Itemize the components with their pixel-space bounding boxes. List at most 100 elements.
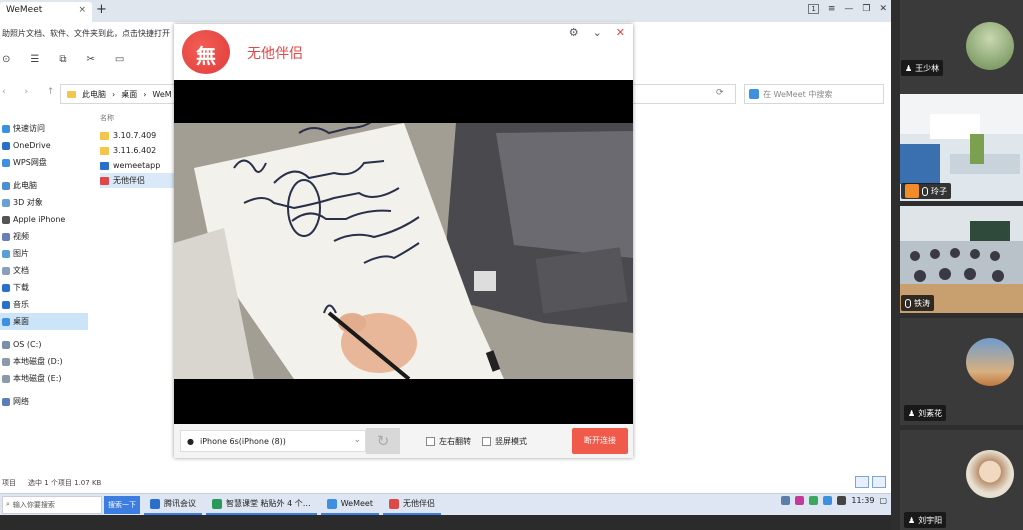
file-row[interactable]: 3.11.6.402 bbox=[100, 143, 175, 158]
close-icon[interactable]: ✕ bbox=[616, 26, 625, 39]
nav-item-label: WPS网盘 bbox=[13, 158, 47, 167]
tab-wemeet[interactable]: WeMeet × bbox=[0, 2, 92, 22]
nav-item[interactable]: 图片 bbox=[0, 245, 88, 262]
volume-icon[interactable] bbox=[837, 496, 847, 505]
file-row[interactable]: wemeetapp bbox=[100, 158, 175, 173]
cut-icon[interactable]: ✂ bbox=[87, 54, 95, 65]
nav-item-icon bbox=[2, 266, 10, 275]
breadcrumb-wemeet[interactable]: WeM bbox=[152, 90, 171, 99]
search-icon: ⌕ bbox=[6, 500, 10, 508]
mirror-checkbox[interactable]: 左右翻转 bbox=[426, 436, 471, 447]
nav-item[interactable]: 本地磁盘 (D:) bbox=[0, 353, 88, 370]
participant-label: ♟ 王少林 bbox=[901, 60, 944, 76]
column-header-name[interactable]: 名称 bbox=[100, 110, 175, 128]
nav-item-label: 网络 bbox=[13, 397, 29, 406]
nav-item[interactable]: OneDrive bbox=[0, 137, 88, 154]
nav-item-icon bbox=[2, 249, 10, 258]
nav-item[interactable]: 本地磁盘 (E:) bbox=[0, 370, 88, 387]
nav-item[interactable]: 此电脑 bbox=[0, 177, 88, 194]
bottom-strip bbox=[0, 515, 891, 530]
taskbar-app[interactable]: WeMeet bbox=[320, 495, 379, 515]
nav-item-label: 图片 bbox=[13, 249, 29, 258]
portrait-mode-checkbox[interactable]: 竖屏模式 bbox=[482, 436, 527, 447]
tray-icon[interactable] bbox=[795, 496, 805, 505]
bluetooth-icon[interactable] bbox=[823, 496, 833, 505]
file-row[interactable]: 无他伴侣 bbox=[100, 173, 175, 188]
file-name: wemeetapp bbox=[113, 161, 161, 170]
menu-icon[interactable]: ≡ bbox=[828, 4, 836, 14]
nav-item[interactable]: 音乐 bbox=[0, 296, 88, 313]
nav-item[interactable]: 3D 对象 bbox=[0, 194, 88, 211]
icon-view-button[interactable] bbox=[872, 476, 886, 488]
nav-item-icon bbox=[2, 300, 10, 309]
minimize-icon[interactable]: — bbox=[844, 4, 853, 14]
participant-name: 王少林 bbox=[915, 63, 940, 73]
taskbar-app[interactable]: 智慧课堂 粘贴外 4 个… bbox=[206, 495, 317, 515]
nav-item-label: 视频 bbox=[13, 232, 29, 241]
nav-item[interactable]: 快速访问 bbox=[0, 120, 88, 137]
taskbar-search[interactable]: ⌕ 输入你要搜索 bbox=[2, 495, 102, 514]
file-row[interactable]: 3.10.7.409 bbox=[100, 128, 175, 143]
participant-tile[interactable]: 铁涛 bbox=[900, 206, 1023, 313]
notification-icon[interactable]: ▢ bbox=[879, 496, 887, 505]
settings-icon[interactable]: ⚙ bbox=[569, 26, 579, 39]
nav-item[interactable]: WPS网盘 bbox=[0, 154, 88, 171]
search-box[interactable]: 在 WeMeet 中搜索 bbox=[744, 84, 884, 104]
user-icon: ♟ bbox=[908, 408, 916, 418]
nav-item[interactable]: 桌面 bbox=[0, 313, 88, 330]
taskbar-app[interactable]: 无他伴侣 bbox=[382, 495, 441, 515]
video-frame bbox=[174, 123, 633, 379]
paste-icon[interactable]: ▭ bbox=[115, 54, 124, 65]
checkbox-box[interactable] bbox=[426, 437, 435, 446]
new-tab-button[interactable]: + bbox=[96, 2, 107, 17]
close-window-icon[interactable]: ✕ bbox=[879, 4, 887, 14]
participant-tile[interactable]: ♟ 王少林 bbox=[900, 0, 1023, 82]
maximize-icon[interactable]: ❐ bbox=[862, 4, 870, 14]
companion-footer: ● iPhone 6s(iPhone (8)) ⌄ ↻ 左右翻转 竖屏模式 断开… bbox=[174, 424, 633, 458]
participant-label: ♟ 刘宇阳 bbox=[904, 512, 947, 528]
breadcrumb-desktop[interactable]: 桌面 bbox=[121, 89, 137, 100]
breadcrumb-separator: › bbox=[112, 89, 116, 99]
breadcrumb-this-pc[interactable]: 此电脑 bbox=[82, 89, 106, 100]
nav-item[interactable]: 网络 bbox=[0, 393, 88, 410]
chevron-down-icon[interactable]: ⌄ bbox=[593, 26, 602, 39]
tray-icon[interactable] bbox=[809, 496, 819, 505]
taskbar-search-text: 输入你要搜索 bbox=[12, 500, 55, 509]
nav-item-label: 此电脑 bbox=[13, 181, 37, 190]
nav-item[interactable]: 下载 bbox=[0, 279, 88, 296]
taskbar-apps: 腾讯会议 智慧课堂 粘贴外 4 个… WeMeet 无他伴侣 bbox=[140, 495, 441, 515]
refresh-icon[interactable]: ⟳ bbox=[716, 88, 724, 98]
participant-name: 玲子 bbox=[931, 186, 947, 196]
nav-item-label: Apple iPhone bbox=[13, 215, 66, 224]
reload-button[interactable]: ↻ bbox=[366, 428, 400, 454]
companion-controls: ⚙ ⌄ ✕ bbox=[569, 26, 625, 39]
participant-tile[interactable]: ♟ 刘宇阳 bbox=[900, 430, 1023, 530]
avatar bbox=[966, 338, 1014, 386]
chevron-down-icon: ⌄ bbox=[353, 435, 361, 445]
participant-tile[interactable]: ♟ 刘素花 bbox=[900, 318, 1023, 425]
copy-icon[interactable]: ⧉ bbox=[59, 54, 66, 65]
nav-item[interactable]: OS (C:) bbox=[0, 336, 88, 353]
nav-item-icon bbox=[2, 283, 10, 292]
logo-glyph: 無 bbox=[196, 44, 216, 68]
checkbox-box[interactable] bbox=[482, 437, 491, 446]
disconnect-button[interactable]: 断开连接 bbox=[572, 428, 628, 454]
desktop-number[interactable]: 1 bbox=[808, 4, 819, 14]
breadcrumb-separator: › bbox=[143, 89, 147, 99]
nav-item[interactable]: 视频 bbox=[0, 228, 88, 245]
nav-buttons[interactable]: ‹ › ↑ bbox=[2, 87, 62, 97]
details-view-button[interactable] bbox=[855, 476, 869, 488]
nav-item-icon bbox=[2, 181, 10, 190]
nav-item[interactable]: Apple iPhone bbox=[0, 211, 88, 228]
participant-tile-active[interactable]: 玲子 bbox=[900, 94, 1023, 201]
taskbar-app[interactable]: 腾讯会议 bbox=[144, 495, 202, 515]
file-icon bbox=[100, 146, 109, 155]
tray-icon[interactable] bbox=[781, 496, 791, 505]
quick-search-button[interactable]: 搜索一下 bbox=[104, 495, 140, 514]
device-select[interactable]: ● iPhone 6s(iPhone (8)) ⌄ bbox=[180, 430, 366, 452]
nav-item[interactable]: 文档 bbox=[0, 262, 88, 279]
view-icon[interactable]: ☰ bbox=[30, 54, 39, 65]
close-icon[interactable]: × bbox=[78, 5, 86, 15]
clock[interactable]: 11:39 bbox=[851, 496, 874, 505]
history-icon[interactable]: ⊙ bbox=[2, 54, 10, 65]
